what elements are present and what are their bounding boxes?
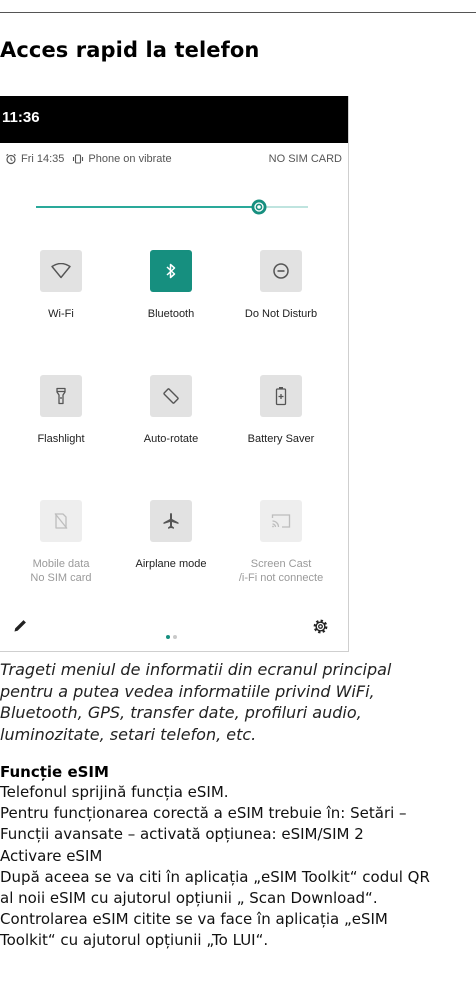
notification-info-line: Fri 14:35 Phone on vibrate NO SIM CARD: [0, 153, 348, 169]
alarm-clock-icon: [6, 153, 16, 165]
esim-section-body: Telefonul sprijină funcția eSIM. Pentru …: [0, 783, 430, 950]
tile-flashlight[interactable]: Flashlight: [6, 375, 116, 446]
bluetooth-icon: [150, 250, 192, 292]
tile-do-not-disturb[interactable]: Do Not Disturb: [226, 250, 336, 321]
wifi-icon: [40, 250, 82, 292]
tile-auto-rotate[interactable]: Auto-rotate: [116, 375, 226, 446]
page-heading: Acces rapid la telefon: [0, 38, 260, 62]
settings-gear-icon[interactable]: [312, 618, 329, 635]
status-time: 11:36: [2, 109, 40, 126]
auto-rotate-icon: [150, 375, 192, 417]
brightness-slider-thumb[interactable]: [249, 197, 269, 217]
page-indicator: [166, 626, 180, 644]
tile-bluetooth[interactable]: Bluetooth: [116, 250, 226, 321]
ringer-mode[interactable]: Phone on vibrate: [88, 153, 171, 165]
top-rule: [0, 12, 476, 13]
tile-battery-saver[interactable]: Battery Saver: [226, 375, 336, 446]
do-not-disturb-icon: [260, 250, 302, 292]
flashlight-icon: [40, 375, 82, 417]
tile-mobile-data[interactable]: Mobile data No SIM card: [6, 500, 116, 585]
alarm-time: Fri 14:35: [21, 153, 65, 165]
tile-airplane-mode[interactable]: Airplane mode: [116, 500, 226, 571]
tile-wifi[interactable]: Wi-Fi: [6, 250, 116, 321]
page-dot: [173, 635, 177, 639]
vibrate-icon: [73, 154, 84, 164]
screenshot-caption: Trageti meniul de informatii din ecranul…: [0, 660, 392, 744]
tile-screen-cast[interactable]: Screen Cast /i-Fi not connecte: [226, 500, 336, 585]
edit-pencil-icon[interactable]: [12, 618, 28, 634]
sim-status: NO SIM CARD: [268, 153, 342, 165]
battery-saver-icon: [260, 375, 302, 417]
screen-cast-icon: [260, 500, 302, 542]
airplane-icon: [150, 500, 192, 542]
esim-section-title: Funcție eSIM: [0, 763, 109, 781]
mobile-data-icon: [40, 500, 82, 542]
phone-screenshot: 11:36 Fri 14:35 Phone on vibrate NO SIM …: [0, 96, 349, 652]
status-bar: 11:36: [0, 96, 348, 143]
page-dot-active: [166, 635, 170, 639]
